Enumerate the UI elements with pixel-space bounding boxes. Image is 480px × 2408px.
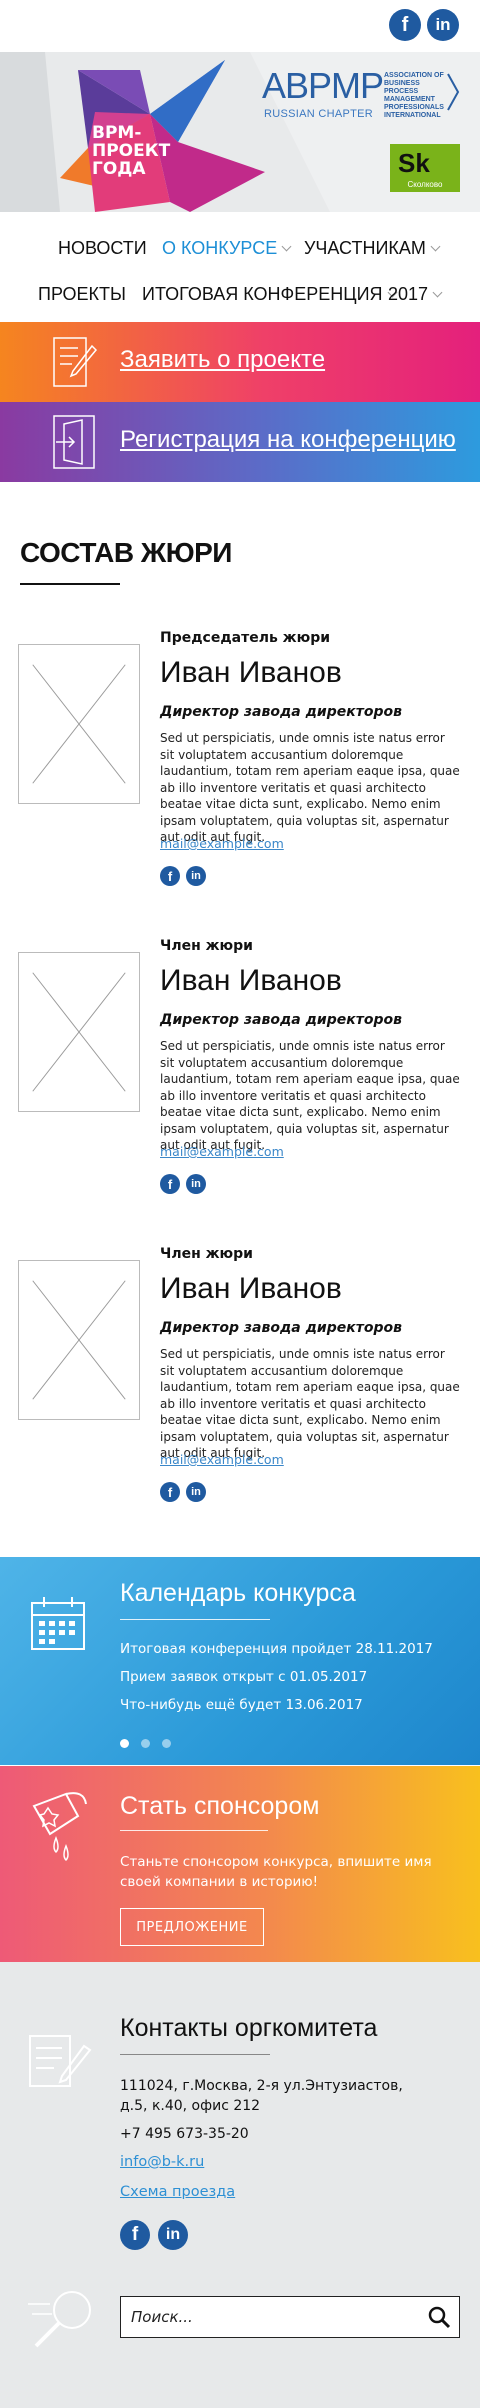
calendar-title: Календарь конкурса <box>120 1579 356 1607</box>
route-map-link[interactable]: Схема проезда <box>120 2184 235 2200</box>
member-bio: Sed ut perspiciatis, unde omnis iste nat… <box>160 731 460 844</box>
sponsor-title-rule <box>120 1830 268 1831</box>
conference-registration-banner[interactable]: Регистрация на конференцию <box>0 402 480 482</box>
sponsor-offer-button[interactable]: Предложение <box>120 1908 264 1946</box>
linkedin-icon[interactable]: in <box>427 9 459 41</box>
linkedin-icon[interactable]: in <box>158 2220 188 2250</box>
letter-pen-icon <box>29 2035 92 2087</box>
contacts-title-rule <box>120 2054 270 2055</box>
member-position: Директор завода директоров <box>160 1320 402 1336</box>
contacts-widget: Контакты оргкомитета 111024, г.Москва, 2… <box>0 1962 480 2408</box>
nav-item-news[interactable]: Новости <box>58 238 147 259</box>
nav-item-label: Проекты <box>38 284 126 304</box>
site-header: BPM-проект года ABPMP RUSSIAN CHAPTER As… <box>0 52 480 212</box>
partner-logo-subtitle: RUSSIAN CHAPTER <box>264 108 374 120</box>
sponsor-title: Стать спонсором <box>120 1792 320 1820</box>
sponsor-text: Станьте спонсором конкурса, впишите имя … <box>120 1854 432 1890</box>
member-name: Иван Иванов <box>160 1272 342 1305</box>
nav-item-conference[interactable]: Итоговая конференция <box>142 284 397 305</box>
nav-item-label: Участникам <box>304 238 426 258</box>
become-sponsor-widget: Стать спонсором Станьте спонсором конкур… <box>0 1766 480 1962</box>
contacts-email-link[interactable]: info@b-k.ru <box>120 2154 204 2170</box>
chevron-down-icon <box>430 241 441 252</box>
nav-item-projects[interactable]: Проекты <box>38 284 126 305</box>
search-box <box>120 2296 460 2338</box>
member-photo-placeholder <box>18 644 140 804</box>
member-role: Член жюри <box>160 1246 253 1262</box>
apply-project-link[interactable]: Заявить о проекте <box>120 346 325 374</box>
jury-title-underline <box>20 583 120 585</box>
partner-logo-association: Association of Business Process Manageme… <box>384 72 444 119</box>
member-email-link[interactable]: mail@example.com <box>160 836 284 851</box>
watering-can-icon <box>32 1792 87 1862</box>
top-social-bar: f in <box>0 0 480 52</box>
magnifier-search-icon <box>28 2291 91 2348</box>
nav-item-label: О конкурсе <box>162 238 278 258</box>
conference-registration-link[interactable]: Регистрация на конференцию <box>120 426 456 454</box>
member-bio: Sed ut perspiciatis, unde omnis iste nat… <box>160 1039 460 1152</box>
calendar-event: Прием заявок открыт с 01.05.2017 <box>120 1669 368 1685</box>
carousel-dot-active[interactable] <box>120 1739 129 1748</box>
contacts-address-line1: 111024, г.Москва, 2-я ул.Энтузиастов, <box>120 2078 403 2094</box>
member-photo-placeholder <box>18 1260 140 1420</box>
member-position: Директор завода директоров <box>160 704 402 720</box>
linkedin-icon[interactable]: in <box>186 866 206 886</box>
facebook-icon[interactable]: f <box>160 1174 180 1194</box>
member-bio: Sed ut perspiciatis, unde omnis iste nat… <box>160 1347 460 1460</box>
jury-member-card: Член жюри Иван Иванов Директор завода ди… <box>0 1246 480 1536</box>
chevron-down-icon <box>281 241 292 252</box>
jury-member-card: Член жюри Иван Иванов Директор завода ди… <box>0 938 480 1228</box>
carousel-pagination <box>120 1739 171 1748</box>
chevron-right-icon <box>447 73 460 111</box>
facebook-icon[interactable]: f <box>160 1482 180 1502</box>
search-icon[interactable] <box>427 2305 451 2329</box>
chevron-down-icon <box>432 287 443 298</box>
main-navigation: Новости О конкурсе Участникам Проекты Ит… <box>0 212 480 322</box>
nav-item-label: 2017 <box>388 284 429 304</box>
member-position: Директор завода директоров <box>160 1012 402 1028</box>
contest-calendar-widget: Календарь конкурса Итоговая конференция … <box>0 1557 480 1765</box>
member-name: Иван Иванов <box>160 964 342 997</box>
jury-member-card: Председатель жюри Иван Иванов Директор з… <box>0 630 480 920</box>
nav-item-about[interactable]: О конкурсе <box>162 238 292 259</box>
calendar-icon <box>31 1597 85 1650</box>
contacts-address-line2: д.5, к.40, офис 212 <box>120 2098 261 2114</box>
member-role: Член жюри <box>160 938 253 954</box>
member-email-link[interactable]: mail@example.com <box>160 1452 284 1467</box>
apply-project-banner[interactable]: Заявить о проекте <box>0 322 480 402</box>
skolkovo-name: Сколково <box>407 180 443 189</box>
calendar-title-rule <box>120 1619 270 1620</box>
door-enter-icon <box>53 415 95 469</box>
linkedin-icon[interactable]: in <box>186 1482 206 1502</box>
logo-title[interactable]: BPM-проект года <box>92 124 182 178</box>
member-photo-placeholder <box>18 952 140 1112</box>
facebook-icon[interactable]: f <box>160 866 180 886</box>
nav-item-label: Новости <box>58 238 147 258</box>
calendar-event: Итоговая конференция пройдет 28.11.2017 <box>120 1641 433 1657</box>
nav-item-label: Итоговая конференция <box>142 284 383 304</box>
carousel-dot[interactable] <box>141 1739 150 1748</box>
calendar-event: Что-нибудь ещё будет 13.06.2017 <box>120 1697 363 1713</box>
nav-item-year[interactable]: 2017 <box>388 284 443 305</box>
partner-logo-abpmp[interactable]: ABPMP RUSSIAN CHAPTER Association of Bus… <box>262 66 462 136</box>
member-email-link[interactable]: mail@example.com <box>160 1144 284 1159</box>
search-input[interactable] <box>121 2297 411 2336</box>
skolkovo-mark: Sk <box>398 148 430 178</box>
member-name: Иван Иванов <box>160 656 342 689</box>
member-role: Председатель жюри <box>160 630 331 646</box>
partner-logo-main: ABPMP <box>262 65 384 106</box>
partner-logo-skolkovo[interactable]: Sk Сколково <box>390 144 460 192</box>
jury-section-title: Состав жюри <box>20 537 232 568</box>
contacts-phone: +7 495 673-35-20 <box>120 2126 249 2142</box>
facebook-icon[interactable]: f <box>120 2220 150 2250</box>
facebook-icon[interactable]: f <box>389 9 421 41</box>
contacts-title: Контакты оргкомитета <box>120 2014 378 2042</box>
carousel-dot[interactable] <box>162 1739 171 1748</box>
document-pen-icon <box>53 337 98 387</box>
nav-item-participants[interactable]: Участникам <box>304 238 441 259</box>
linkedin-icon[interactable]: in <box>186 1174 206 1194</box>
